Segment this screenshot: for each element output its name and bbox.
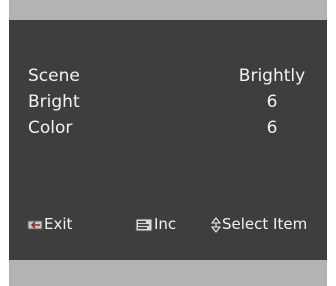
inc-label: Inc bbox=[154, 215, 177, 233]
menu-value-scene: Brightly bbox=[238, 66, 306, 86]
menu-row-bright[interactable]: Bright 6 bbox=[9, 90, 327, 114]
select-hint[interactable]: Select Item bbox=[211, 212, 307, 236]
menu-value-color: 6 bbox=[266, 118, 278, 138]
exit-key-icon bbox=[27, 219, 43, 231]
menu-value-bright: 6 bbox=[266, 92, 278, 112]
menu-row-color[interactable]: Color 6 bbox=[9, 116, 327, 140]
exit-label: Exit bbox=[44, 215, 73, 233]
settings-panel: Scene Brightly Bright 6 Color 6 Exit Inc… bbox=[9, 20, 327, 260]
menu-label-color: Color bbox=[28, 118, 73, 138]
inc-hint[interactable]: Inc bbox=[135, 212, 176, 236]
menu-row-scene[interactable]: Scene Brightly bbox=[9, 64, 327, 88]
select-label: Select Item bbox=[222, 215, 308, 233]
key-hint-bar: Exit Inc Select Item bbox=[9, 212, 327, 236]
menu-label-bright: Bright bbox=[28, 92, 80, 112]
menu-key-icon bbox=[135, 218, 153, 232]
up-down-arrows-icon bbox=[211, 216, 221, 233]
osd-menu: Scene Brightly Bright 6 Color 6 Exit Inc… bbox=[9, 0, 327, 286]
exit-hint[interactable]: Exit bbox=[27, 212, 72, 236]
menu-label-scene: Scene bbox=[28, 66, 80, 86]
